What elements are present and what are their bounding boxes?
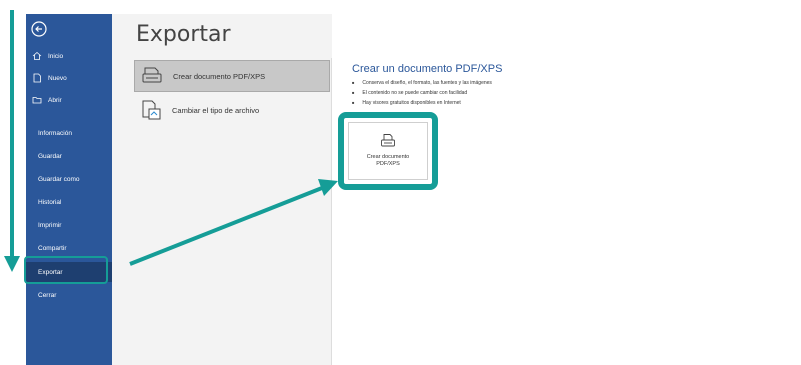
sidebar-item-historial[interactable]: Historial: [26, 192, 112, 212]
option-change-file-type[interactable]: Cambiar el tipo de archivo: [134, 94, 330, 126]
sidebar-item-guardar[interactable]: Guardar: [26, 146, 112, 166]
back-arrow-icon[interactable]: [30, 20, 48, 38]
sidebar-item-abrir[interactable]: Abrir: [26, 90, 112, 110]
sidebar-item-label: Compartir: [38, 244, 67, 252]
sidebar-item-compartir[interactable]: Compartir: [26, 238, 112, 258]
sidebar-item-label: Nuevo: [48, 74, 67, 82]
sidebar-item-guardar-como[interactable]: Guardar como: [26, 169, 112, 189]
open-folder-icon: [32, 97, 42, 104]
bullet-item: El contenido no se puede cambiar con fac…: [352, 88, 492, 98]
sidebar-item-label: Cerrar: [38, 291, 57, 299]
sidebar-item-informacion[interactable]: Información: [26, 123, 112, 143]
bullet-item: Hay visores gratuitos disponibles en Int…: [352, 98, 492, 108]
create-pdf-xps-button[interactable]: Crear documento PDF/XPS: [348, 122, 428, 180]
home-icon: [32, 51, 42, 60]
sidebar-item-inicio[interactable]: Inicio: [26, 46, 112, 66]
exportar-highlight: [24, 256, 108, 284]
details-title: Crear un documento PDF/XPS: [352, 63, 503, 75]
bullet-item: Conserva el diseño, el formato, las fuen…: [352, 78, 492, 88]
sidebar-item-label: Guardar: [38, 152, 62, 160]
change-file-type-icon: [142, 100, 161, 120]
backstage-sidebar: Inicio Nuevo Abrir Información Guardar G…: [26, 14, 112, 365]
pdf-document-icon: [142, 67, 162, 83]
sidebar-item-label: Abrir: [48, 96, 62, 104]
sidebar-item-nuevo[interactable]: Nuevo: [26, 68, 112, 88]
option-label: Cambiar el tipo de archivo: [172, 105, 260, 115]
sidebar-item-label: Inicio: [48, 52, 64, 60]
sidebar-item-label: Guardar como: [38, 175, 80, 183]
sidebar-item-cerrar[interactable]: Cerrar: [26, 285, 112, 305]
details-bullets: Conserva el diseño, el formato, las fuen…: [352, 78, 492, 108]
sidebar-item-label: Historial: [38, 198, 62, 206]
sidebar-item-imprimir[interactable]: Imprimir: [26, 215, 112, 235]
pdf-document-icon: [381, 134, 395, 147]
new-document-icon: [33, 73, 41, 83]
page-title: Exportar: [136, 22, 231, 47]
sidebar-item-label: Información: [38, 129, 72, 137]
arrow-down-icon: [4, 10, 20, 272]
create-pdf-button-label: Crear documento PDF/XPS: [366, 154, 410, 167]
sidebar-item-label: Imprimir: [38, 221, 62, 229]
option-create-pdf-xps[interactable]: Crear documento PDF/XPS: [134, 60, 330, 92]
main-content: Exportar Crear documento PDF/XPS Cambiar…: [112, 14, 801, 365]
option-label: Crear documento PDF/XPS: [173, 71, 266, 81]
